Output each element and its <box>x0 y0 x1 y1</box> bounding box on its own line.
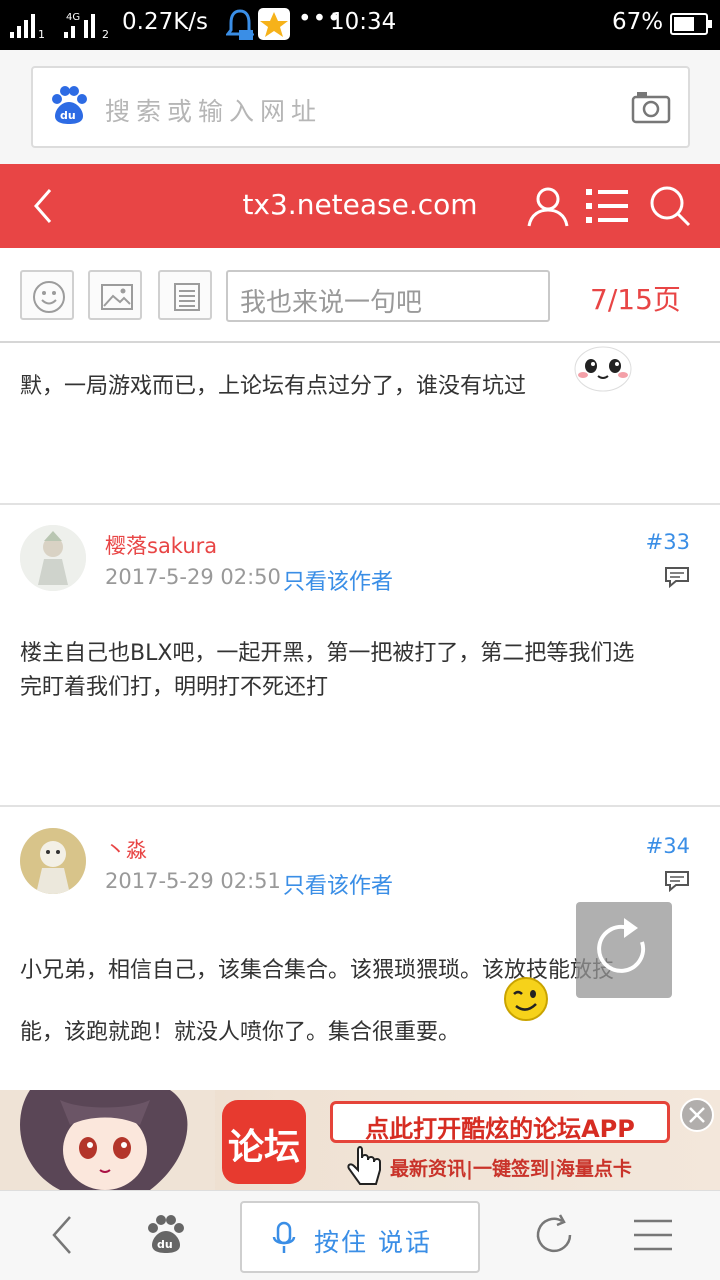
avatar-image <box>20 828 86 894</box>
reload-icon[interactable] <box>532 1213 576 1257</box>
battery-icon <box>670 13 712 35</box>
signal-icon-sim2: 4G 2 <box>64 12 109 40</box>
voice-input-button[interactable]: 按住 说话 <box>240 1201 480 1273</box>
camera-icon[interactable] <box>631 90 671 124</box>
emoji-button[interactable] <box>20 270 74 320</box>
forum-app-logo: 论坛 <box>222 1100 306 1184</box>
avatar-image <box>20 525 86 591</box>
post-divider <box>0 805 720 807</box>
document-icon <box>174 283 200 311</box>
post-date: 2017-5-29 02:50 <box>105 565 281 589</box>
username[interactable]: 樱落sakura <box>105 530 217 560</box>
post-text: 默，一局游戏而已，上论坛有点过分了，谁没有坑过 <box>20 374 527 399</box>
status-bar: 1 4G 2 0.27K/s ••• 10:34 67% <box>0 0 720 50</box>
ad-close-button[interactable] <box>680 1098 714 1132</box>
voice-input-label: 按住 说话 <box>314 1228 432 1257</box>
refresh-icon <box>597 918 646 973</box>
battery-percent: 67% <box>612 9 664 35</box>
smiley-icon <box>33 281 65 313</box>
comment-input[interactable]: 我也来说一句吧 <box>226 270 550 322</box>
floating-refresh-button[interactable] <box>576 902 672 998</box>
avatar[interactable] <box>20 525 86 591</box>
baidu-home-icon[interactable]: du <box>144 1213 188 1257</box>
post-text-line: 楼主自己也BLX吧，一起开黑，第一把被打了，第二把等我们选 <box>20 641 635 666</box>
post-date: 2017-5-29 02:51 <box>105 869 281 893</box>
search-icon[interactable] <box>648 184 692 228</box>
signal-icon-sim1: 1 <box>10 14 45 40</box>
svg-text:du: du <box>157 1238 173 1251</box>
only-author-link[interactable]: 只看该作者 <box>283 564 393 596</box>
close-icon <box>689 1107 705 1123</box>
image-icon <box>101 284 133 310</box>
reply-toolbar: 我也来说一句吧 7/15页 <box>0 248 720 343</box>
list-menu-icon[interactable] <box>586 184 630 228</box>
ad-subtitle: 最新资讯|一键签到|海量点卡 <box>390 1158 632 1180</box>
notification-bell-icon <box>226 9 254 40</box>
open-app-cta[interactable]: 点此打开酷炫的论坛APP <box>330 1101 670 1143</box>
username[interactable]: 丶淼 <box>105 834 147 864</box>
post-body: 楼主自己也BLX吧，一起开黑，第一把被打了，第二把等我们选 完盯着我们打，明明打… <box>20 637 634 705</box>
forum-logo-text: 论坛 <box>227 1127 300 1168</box>
cute-face-emoji-icon <box>574 346 632 392</box>
reply-comment-icon[interactable] <box>664 566 690 588</box>
text-format-button[interactable] <box>158 270 212 320</box>
svg-text:1: 1 <box>38 28 45 40</box>
back-nav-icon[interactable] <box>42 1213 86 1257</box>
menu-icon[interactable] <box>632 1213 676 1257</box>
svg-text:du: du <box>60 109 76 122</box>
search-input[interactable]: du 搜索或输入网址 <box>31 66 690 148</box>
avatar[interactable] <box>20 828 86 894</box>
wink-face-emoji-icon <box>504 977 548 1021</box>
post-body: 默，一局游戏而已，上论坛有点过分了，谁没有坑过 <box>20 370 526 404</box>
anime-character-image <box>0 1090 215 1190</box>
image-button[interactable] <box>88 270 142 320</box>
post-divider <box>0 503 720 505</box>
forum-header: tx3.netease.com <box>0 164 720 248</box>
reply-comment-icon[interactable] <box>664 870 690 892</box>
network-type-label: 4G <box>66 12 80 23</box>
comment-placeholder: 我也来说一句吧 <box>240 288 423 318</box>
browser-bottom-bar: du 按住 说话 <box>0 1190 720 1280</box>
floor-number: #34 <box>645 834 690 858</box>
open-app-cta-label: 点此打开酷炫的论坛APP <box>365 1115 635 1143</box>
user-icon[interactable] <box>526 184 570 228</box>
browser-search-area: du 搜索或输入网址 <box>0 50 720 164</box>
baidu-paw-icon: du <box>52 86 87 124</box>
page-indicator[interactable]: 7/15页 <box>590 278 681 318</box>
svg-text:2: 2 <box>102 28 109 40</box>
floor-number: #33 <box>645 530 690 554</box>
microphone-icon <box>272 1221 296 1253</box>
tap-hand-icon <box>347 1146 381 1185</box>
clock: 10:34 <box>330 9 397 35</box>
only-author-link[interactable]: 只看该作者 <box>283 868 393 900</box>
search-placeholder: 搜索或输入网址 <box>105 97 323 126</box>
forum-app-ad-banner[interactable]: 论坛 点此打开酷炫的论坛APP 最新资讯|一键签到|海量点卡 <box>0 1090 720 1190</box>
network-speed: 0.27K/s <box>122 9 209 35</box>
post-text-line: 完盯着我们打，明明打不死还打 <box>20 675 329 700</box>
app-notification-icon <box>258 8 290 40</box>
